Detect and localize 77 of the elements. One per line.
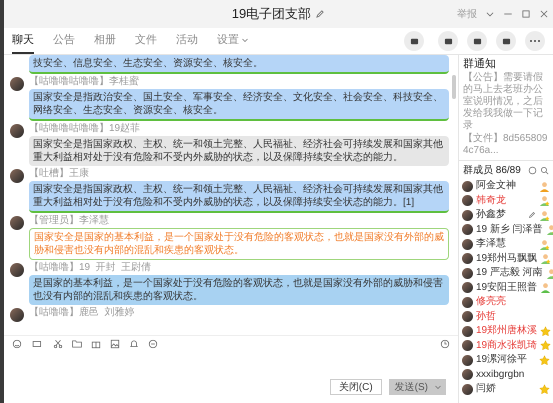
member-item[interactable]: xxxibgrgbn <box>462 368 550 382</box>
image-icon[interactable] <box>110 338 120 348</box>
folder-icon[interactable] <box>72 338 82 348</box>
tab[interactable]: 相册 <box>94 28 116 54</box>
sender-name: 【管理员】李泽慧 <box>29 215 110 227</box>
tab[interactable]: 设置 <box>217 28 249 54</box>
avatar <box>10 216 24 230</box>
notice-title: 群通知 <box>463 57 497 71</box>
tab[interactable]: 聊天 <box>12 28 34 54</box>
message-bubble: 国家安全是国家的基本利益，是一个国家处于没有危险的客观状态，也就是国家没有外部的威胁和侵害也没有内部的混乱和疾患的客观状态。 <box>29 228 449 260</box>
avatar <box>462 253 473 264</box>
avatar <box>462 369 473 380</box>
member-item[interactable]: 孙哲 <box>462 310 550 324</box>
avatar <box>462 354 473 366</box>
clock-icon[interactable] <box>440 338 450 348</box>
bell-icon[interactable] <box>129 338 139 348</box>
member-item[interactable]: 19郑州马飘飘 <box>462 252 550 266</box>
avatar <box>462 224 473 236</box>
scissors-icon[interactable] <box>53 338 63 348</box>
member-item[interactable]: 闫娇 <box>462 382 550 396</box>
avatar <box>462 238 473 250</box>
pencil-icon[interactable] <box>528 211 536 220</box>
sender-name: 【咕噜噜咕噜噜】19赵菲 <box>29 123 142 135</box>
tab[interactable]: 公告 <box>53 28 75 54</box>
sender-name: 【吐槽】王康 <box>29 168 90 180</box>
member-item[interactable]: 李泽慧 <box>462 237 550 252</box>
message-bubble: 国家安全是指政治安全、国土安全、军事安全、经济安全、文化安全、社会安全、科技安全、网络安全、生态安全、资源安全、核安全。 <box>29 89 449 121</box>
member-item[interactable]: 19 严志毅 河南 <box>462 266 550 280</box>
message-bubble: 国家安全是指国家政权、主权、统一和领土完整、人民福祉、经济社会可持续发展和国家其他重大利益相对处于没有危险和不受内外威胁的状态，以及保障持续安全状态的能力。 <box>29 136 449 166</box>
avatar <box>462 210 473 221</box>
member-item[interactable]: 修亮亮 <box>462 295 550 310</box>
members-title: 群成员 86/89 <box>463 164 522 178</box>
tab[interactable]: 文件 <box>135 28 157 54</box>
chevron-down-icon[interactable] <box>241 36 249 44</box>
message-bubble: 国家安全是指国家政权、主权、统一和领土完整、人民福祉、经济社会可持续发展和国家其他重大利益相对处于没有危险和不受内外威胁的状态，以及保障持续安全状态的能力。[1] <box>29 181 449 213</box>
member-item[interactable]: 19 新乡 闫泽普 <box>462 222 550 237</box>
avatar <box>10 169 24 183</box>
avatar <box>10 77 24 91</box>
message-bubble: 是国家的基本利益，是一个国家处于没有危险的客观状态，也就是国家没有外部的威胁和侵害也没有内部的混乱和疾患的客观状态。 <box>29 275 449 305</box>
avatar <box>462 311 473 322</box>
avatar <box>462 340 473 352</box>
member-item[interactable]: 韩奇龙 <box>462 194 550 208</box>
avatar <box>10 124 24 138</box>
close-icon[interactable] <box>539 9 549 19</box>
avatar <box>462 282 473 294</box>
sender-name: 【咕噜噜】鹿邑 刘雅婷 <box>29 307 136 319</box>
avatar <box>462 384 473 395</box>
avatar <box>10 263 24 277</box>
avatar <box>10 308 24 322</box>
report-link[interactable]: 举报 <box>457 6 477 22</box>
sender-name: 【咕噜噜】19 开封 王尉倩 <box>29 262 152 274</box>
member-item[interactable]: 19漯河徐平 <box>462 353 550 368</box>
window-title: 19电子团支部 <box>232 5 312 24</box>
avatar <box>462 296 473 308</box>
avatar <box>462 268 473 279</box>
member-item[interactable]: 孙鑫梦 <box>462 208 550 222</box>
avatar <box>462 326 473 337</box>
minus-circle-icon[interactable] <box>148 338 158 348</box>
chevron-down-icon[interactable] <box>434 383 442 391</box>
member-item[interactable]: 19商水张凯琦 <box>462 338 550 353</box>
maximize-icon[interactable] <box>521 9 531 19</box>
more-icon[interactable] <box>525 31 545 51</box>
pencil-icon[interactable] <box>315 9 326 19</box>
emoji-icon[interactable] <box>12 338 22 348</box>
search-icon[interactable] <box>540 166 549 174</box>
avatar <box>462 180 473 192</box>
member-item[interactable]: 19郑州唐林溪 <box>462 324 550 338</box>
send-button[interactable]: 发送(S) <box>388 379 446 395</box>
avatar <box>462 195 473 206</box>
notice-text[interactable]: 【公告】需要请假的马上去老班办公室说明情况，之后发给我我做一下记录 <box>463 72 549 132</box>
sender-name: 【咕噜噜咕噜噜】李桂蜜 <box>29 76 140 88</box>
file-link[interactable]: 【文件】8d5658094c76a... <box>463 133 549 157</box>
member-item[interactable]: 阿金文神 <box>462 179 550 194</box>
message-bubble: 技安全、信息安全、生态安全、资源安全、核安全。 <box>29 55 449 74</box>
tab[interactable]: 活动 <box>176 28 198 54</box>
member-item[interactable]: 19安阳王照普 <box>462 280 550 295</box>
close-button[interactable]: 关闭(C) <box>330 379 382 395</box>
